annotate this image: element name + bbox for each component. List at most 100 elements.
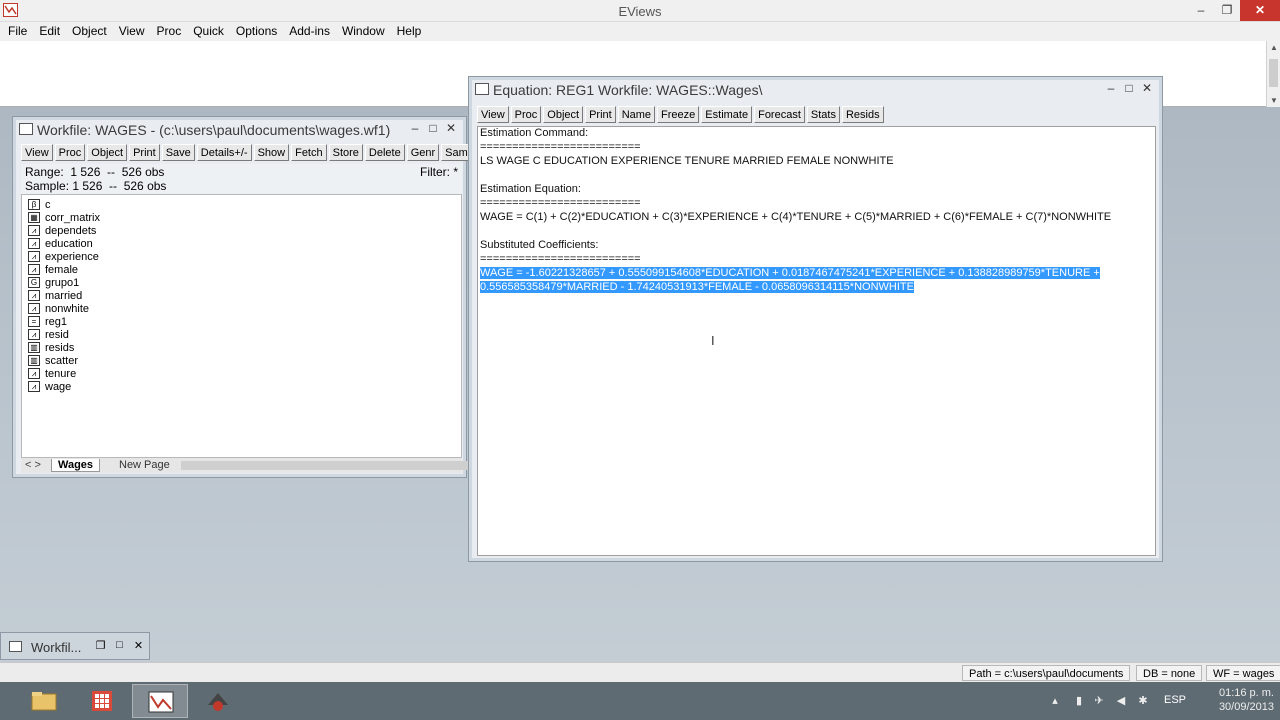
tab-new-page[interactable]: New Page	[113, 459, 176, 471]
status-db[interactable]: DB = none	[1136, 665, 1203, 681]
list-item[interactable]: ⩘ married	[28, 289, 82, 302]
filter-text[interactable]: Filter: *	[420, 165, 458, 179]
wf-genr-button[interactable]: Genr	[406, 144, 440, 161]
menu-help[interactable]: Help	[392, 22, 429, 41]
menu-edit[interactable]: Edit	[34, 22, 67, 41]
close-icon[interactable]: ✕	[1240, 0, 1280, 21]
menu-add-ins[interactable]: Add-ins	[284, 22, 337, 41]
list-item[interactable]: βc	[28, 198, 51, 211]
apps-grid-icon[interactable]	[74, 684, 130, 718]
list-item[interactable]: ⩘ female	[28, 263, 78, 276]
wf-save-button[interactable]: Save	[161, 144, 195, 161]
series-icon: ⩘	[28, 303, 40, 314]
scroll-up-icon[interactable]: ▲	[1267, 43, 1280, 52]
language-indicator[interactable]: ESP	[1164, 694, 1186, 706]
status-path[interactable]: Path = c:\users\paul\documents	[962, 665, 1131, 681]
eq-resids-button[interactable]: Resids	[841, 106, 884, 123]
wf-print-button[interactable]: Print	[129, 144, 160, 161]
wf-view-button[interactable]: View	[21, 144, 53, 161]
list-item[interactable]: = reg1	[28, 315, 67, 328]
minimize-icon[interactable]: –	[1102, 81, 1120, 95]
list-item[interactable]: ⩘ wage	[28, 380, 71, 393]
scroll-down-icon[interactable]: ▼	[1267, 96, 1280, 105]
tab-nav-arrows[interactable]: < >	[25, 459, 41, 471]
equation-window: Equation: REG1 Workfile: WAGES::Wages\ –…	[468, 76, 1163, 562]
range-text[interactable]: Range: 1 526 -- 526 obs	[25, 165, 164, 179]
close-icon[interactable]: ✕	[1138, 81, 1156, 95]
wf-store-button[interactable]: Store	[328, 144, 363, 161]
menu-file[interactable]: File	[3, 22, 34, 41]
eq-print-button[interactable]: Print	[585, 106, 616, 123]
equation-titlebar[interactable]: Equation: REG1 Workfile: WAGES::Wages\ –…	[473, 81, 1158, 99]
wf-fetch-button[interactable]: Fetch	[291, 144, 327, 161]
list-item[interactable]: ▥ resids	[28, 341, 74, 354]
eq-name-button[interactable]: Name	[617, 106, 656, 123]
list-item[interactable]: ⩘ nonwhite	[28, 302, 89, 315]
airplane-icon[interactable]: ✈	[1092, 694, 1106, 708]
wf-proc-button[interactable]: Proc	[54, 144, 86, 161]
scroll-thumb[interactable]	[1269, 59, 1278, 87]
battery-icon[interactable]: ▮	[1072, 694, 1086, 708]
equation-representations[interactable]: Estimation Command: ====================…	[477, 126, 1156, 556]
app-titlebar: EViews – ❐ ✕	[0, 0, 1280, 22]
bluetooth-icon[interactable]: ✱	[1136, 694, 1150, 708]
status-wf[interactable]: WF = wages	[1206, 665, 1280, 681]
wf-delete-button[interactable]: Delete	[364, 144, 405, 161]
volume-icon[interactable]: ◀	[1114, 694, 1128, 708]
list-item[interactable]: ⩘ tenure	[28, 367, 76, 380]
sample-text[interactable]: Sample: 1 526 -- 526 obs	[25, 179, 166, 193]
restore-icon[interactable]: ❐	[1214, 0, 1240, 21]
list-item[interactable]: Ggrupo1	[28, 276, 79, 289]
list-item[interactable]: ⩘ education	[28, 237, 93, 250]
eq-object-button[interactable]: Object	[543, 106, 584, 123]
wf-object-button[interactable]: Object	[87, 144, 128, 161]
menu-quick[interactable]: Quick	[188, 22, 231, 41]
list-item[interactable]: ⩘ dependets	[28, 224, 96, 237]
eq-stats-button[interactable]: Stats	[806, 106, 840, 123]
equation-title: Equation: REG1 Workfile: WAGES::Wages\	[493, 82, 763, 98]
app-window-controls: – ❐ ✕	[1188, 0, 1280, 21]
tab-wages[interactable]: Wages	[51, 459, 101, 472]
show-hidden-icons-icon[interactable]: ▴	[1048, 694, 1062, 708]
wf-details-button[interactable]: Details+/-	[196, 144, 252, 161]
selected-text-line: 0.556585358479*MARRIED - 1.74240531913*F…	[480, 281, 914, 293]
eq-freeze-button[interactable]: Freeze	[657, 106, 700, 123]
equation-icon: =	[28, 316, 40, 327]
list-item[interactable]: ▦ corr_matrix	[28, 211, 100, 224]
selected-text-line: WAGE = -1.60221328657 + 0.555099154608*E…	[480, 267, 1100, 279]
menu-view[interactable]: View	[114, 22, 152, 41]
eq-estimate-button[interactable]: Estimate	[701, 106, 753, 123]
list-item[interactable]: ▥ scatter	[28, 354, 78, 367]
series-icon: ⩘	[28, 238, 40, 249]
restore-icon[interactable]: ❐	[91, 639, 110, 652]
eviews-icon[interactable]	[132, 684, 188, 718]
command-scrollbar[interactable]: ▲ ▼	[1266, 41, 1280, 107]
menu-window[interactable]: Window	[337, 22, 392, 41]
list-item[interactable]: ⩘ experience	[28, 250, 99, 263]
clock[interactable]: 01:16 p. m. 30/09/2013	[1212, 686, 1274, 714]
maximize-icon[interactable]: □	[424, 121, 442, 135]
workfile-toolbar: View Proc Object Print Save Details+/- S…	[21, 144, 487, 162]
eq-view-button[interactable]: View	[477, 106, 509, 123]
maximize-icon[interactable]: □	[1120, 81, 1138, 95]
app-icon[interactable]	[190, 684, 246, 718]
minimized-workfile-window[interactable]: Workfil... ❐ □ ✕	[0, 632, 150, 660]
maximize-icon[interactable]: □	[110, 639, 129, 652]
menu-options[interactable]: Options	[231, 22, 284, 41]
menu-proc[interactable]: Proc	[152, 22, 189, 41]
close-icon[interactable]: ✕	[442, 121, 460, 135]
eq-proc-button[interactable]: Proc	[510, 106, 542, 123]
minimize-icon[interactable]: –	[1188, 0, 1214, 21]
tabs-scrollbar[interactable]	[181, 461, 471, 470]
file-explorer-icon[interactable]	[16, 684, 72, 718]
minimize-icon[interactable]: –	[406, 121, 424, 135]
text-cursor-icon: I	[711, 333, 715, 348]
close-icon[interactable]: ✕	[129, 639, 148, 652]
series-icon: ⩘	[28, 225, 40, 236]
wf-show-button[interactable]: Show	[253, 144, 290, 161]
series-icon: ⩘	[28, 264, 40, 275]
eq-forecast-button[interactable]: Forecast	[754, 106, 805, 123]
list-item[interactable]: ⩘ resid	[28, 328, 69, 341]
workfile-titlebar[interactable]: Workfile: WAGES - (c:\users\paul\documen…	[17, 121, 462, 139]
menu-object[interactable]: Object	[67, 22, 114, 41]
